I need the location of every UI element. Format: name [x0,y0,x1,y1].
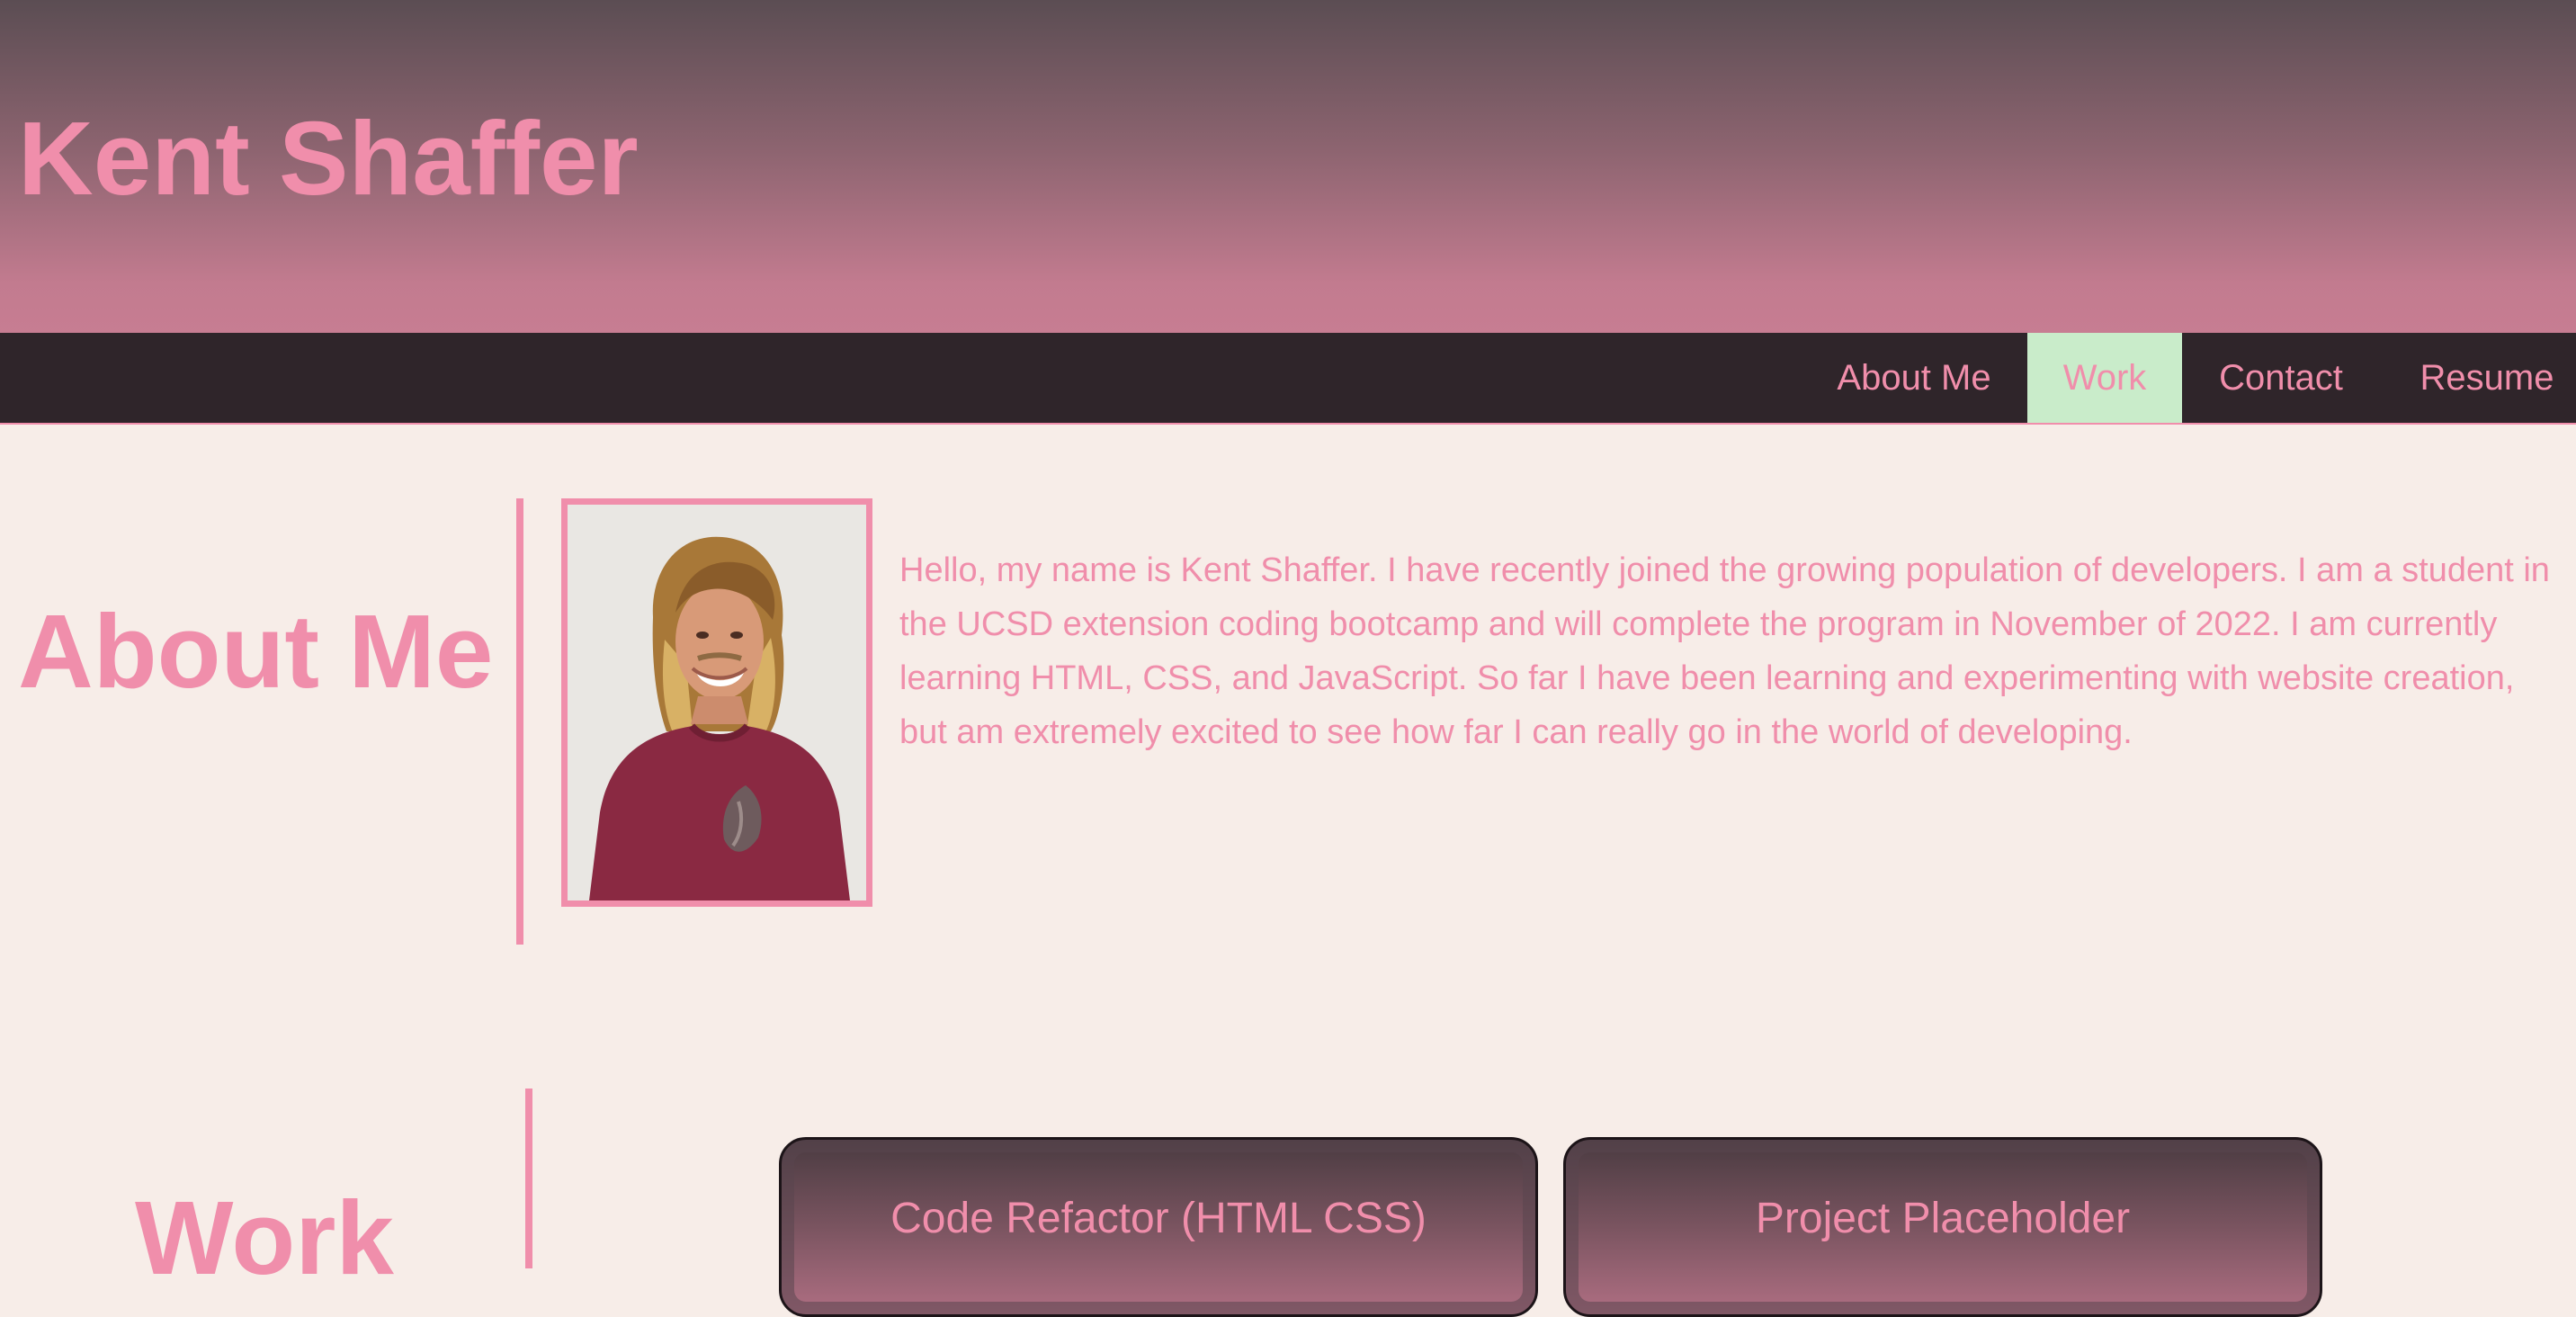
work-card-code-refactor[interactable]: Code Refactor (HTML CSS) [779,1137,1538,1317]
site-header: Kent Shaffer [0,0,2576,333]
about-heading: About Me [18,593,494,710]
work-card-title: Project Placeholder [1755,1195,2131,1242]
nav-item-resume[interactable]: Resume [2398,333,2576,423]
work-card-project-placeholder[interactable]: Project Placeholder [1563,1137,2322,1317]
work-heading: Work [135,1179,394,1296]
site-title: Kent Shaffer [18,100,639,217]
navigation-bar: About Me Work Contact Resume [0,333,2576,425]
portrait-illustration [568,505,866,900]
nav-item-work[interactable]: Work [2027,333,2182,423]
work-divider [525,1089,532,1268]
portrait-photo [561,498,872,907]
about-divider [516,498,523,945]
nav-item-contact[interactable]: Contact [2200,333,2362,423]
nav-item-about-me[interactable]: About Me [1819,333,2009,423]
about-description: Hello, my name is Kent Shaffer. I have r… [899,551,2550,751]
work-card-title: Code Refactor (HTML CSS) [890,1195,1427,1242]
